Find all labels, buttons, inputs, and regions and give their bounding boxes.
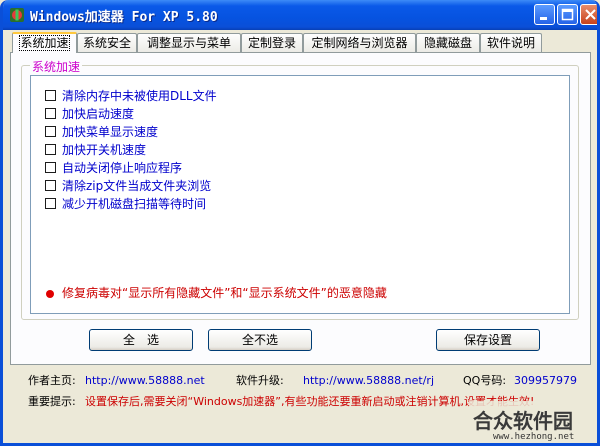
window-title: Windows加速器 For XP 5.80	[30, 10, 218, 25]
app-icon	[10, 8, 24, 22]
qq-number: 309957979	[514, 374, 577, 387]
save-settings-button[interactable]: 保存设置	[436, 329, 540, 351]
upgrade-label: 软件升级:	[236, 374, 284, 387]
tab-custom-login[interactable]: 定制登录	[241, 33, 303, 52]
options-list: 清除内存中未被使用DLL文件 加快启动速度 加快菜单显示速度 加快开关机速度 自…	[30, 75, 570, 314]
red-dot-icon	[46, 290, 54, 298]
maximize-button[interactable]	[557, 4, 578, 25]
footer-info-row: 作者主页:	[28, 374, 76, 388]
close-icon	[585, 9, 596, 20]
tab-display-menu[interactable]: 调整显示与菜单	[137, 33, 241, 52]
checkbox[interactable]	[45, 198, 56, 209]
checkbox[interactable]	[45, 126, 56, 137]
group-title: 系统加速	[30, 58, 83, 75]
tab-hide-disk[interactable]: 隐藏磁盘	[416, 33, 480, 52]
upgrade-link[interactable]: http://www.58888.net/rj	[303, 374, 434, 387]
select-none-button[interactable]: 全不选	[208, 329, 312, 351]
repair-hidden-files-link[interactable]: 修复病毒对“显示所有隐藏文件”和“显示系统文件”的恶意隐藏	[62, 284, 387, 302]
checkbox[interactable]	[45, 144, 56, 155]
watermark-url: www.hezhong.net	[493, 432, 575, 442]
maximize-icon	[561, 8, 574, 21]
checkbox[interactable]	[45, 162, 56, 173]
select-all-button[interactable]: 全 选	[89, 329, 193, 351]
title-bar[interactable]: Windows加速器 For XP 5.80	[3, 0, 597, 30]
tab-software-help[interactable]: 软件说明	[480, 33, 542, 52]
checkbox[interactable]	[45, 90, 56, 101]
homepage-label: 作者主页:	[28, 374, 76, 387]
tab-network-browser[interactable]: 定制网络与浏览器	[303, 33, 416, 52]
tab-system-speedup[interactable]: 系统加速	[12, 32, 77, 53]
notice-label: 重要提示:	[28, 395, 76, 408]
app-window: Windows加速器 For XP 5.80 系统加速 系统安全 调整显示与菜单…	[0, 0, 600, 446]
notice-text: 设置保存后,需要关闭“Windows加速器”,有些功能还要重新启动或注销计算机,…	[85, 395, 535, 408]
tab-system-security[interactable]: 系统安全	[77, 33, 137, 52]
watermark-text: 合众软件园	[473, 409, 573, 433]
checkbox[interactable]	[45, 108, 56, 119]
minimize-icon	[540, 17, 547, 20]
checkbox[interactable]	[45, 180, 56, 191]
speedup-group: 系统加速 清除内存中未被使用DLL文件 加快启动速度 加快菜单显示速度 加快开关…	[21, 58, 579, 320]
homepage-link[interactable]: http://www.58888.net	[85, 374, 205, 387]
qq-label: QQ号码:	[463, 374, 507, 387]
notice-row: 重要提示:	[28, 395, 76, 409]
minimize-button[interactable]	[534, 4, 555, 25]
tab-panel: 系统加速 清除内存中未被使用DLL文件 加快启动速度 加快菜单显示速度 加快开关…	[10, 52, 591, 365]
close-button[interactable]	[580, 4, 597, 25]
